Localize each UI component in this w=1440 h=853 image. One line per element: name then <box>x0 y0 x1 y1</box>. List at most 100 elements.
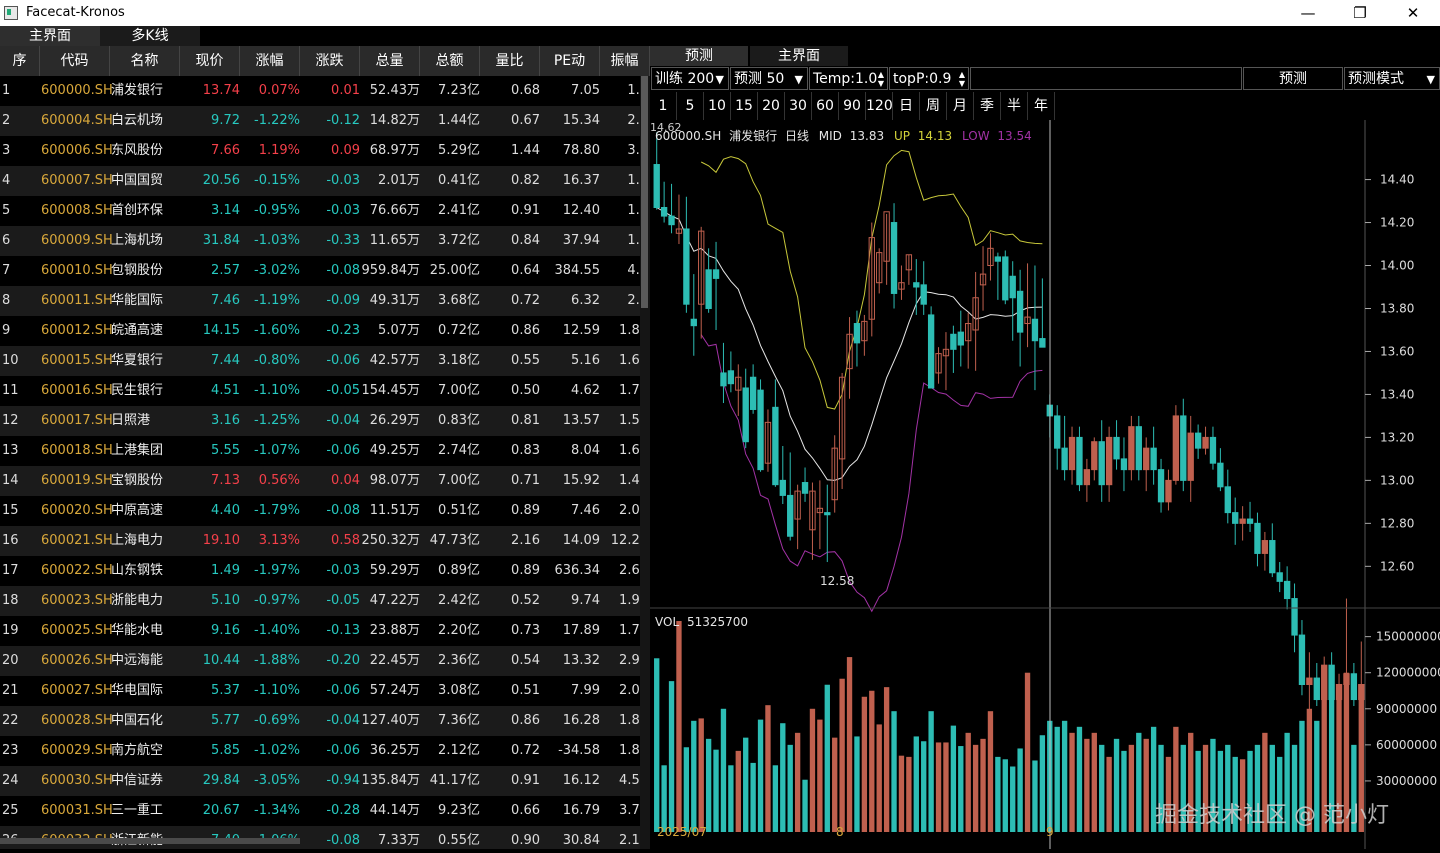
table-row[interactable]: 24 600030.SH 中信证券 29.84 -3.05% -0.94 135.84万 41… <box>0 766 650 796</box>
cell-name: 包钢股份 <box>111 263 164 278</box>
volume-bar <box>1024 672 1031 832</box>
tab-main[interactable]: 主界面 <box>0 26 100 46</box>
table-horizontal-scrollbar[interactable] <box>0 838 300 844</box>
cell-price: 29.84 <box>202 773 240 788</box>
minimize-button[interactable]: — <box>1285 0 1331 26</box>
table-row[interactable]: 10 600015.SH 华夏银行 7.44 -0.80% -0.06 42.57万 3.18… <box>0 346 650 376</box>
cell-index: 17 <box>2 563 19 578</box>
table-row[interactable]: 19 600025.SH 华能水电 9.16 -1.40% -0.13 23.88万 2.20… <box>0 616 650 646</box>
maximize-button[interactable]: ❐ <box>1337 0 1383 26</box>
period-min-15[interactable]: 15 <box>731 92 758 120</box>
tab-predict[interactable]: 预测 <box>650 46 748 66</box>
topp-stepper[interactable]: topP:0.9 ▲ ▼ <box>889 67 969 90</box>
period-cycle-10[interactable]: 周 <box>920 92 947 120</box>
cell-name: 皖通高速 <box>111 323 164 338</box>
candle-body <box>757 389 764 471</box>
table-vertical-scrollbar[interactable] <box>640 76 650 849</box>
predict-count-select[interactable]: 预测 50 ▼ <box>730 67 808 90</box>
predicted-candle-body <box>1261 540 1269 554</box>
table-row[interactable]: 3 600006.SH 东风股份 7.66 1.19% 0.09 68.97万 5.29亿 1.… <box>0 136 650 166</box>
column-header[interactable]: 量比 <box>480 46 540 76</box>
column-header[interactable]: 代码 <box>40 46 110 76</box>
period-cycle-9[interactable]: 日 <box>893 92 920 120</box>
period-min-10[interactable]: 10 <box>704 92 731 120</box>
period-cycle-12[interactable]: 季 <box>974 92 1001 120</box>
table-row[interactable]: 6 600009.SH 上海机场 31.84 -1.03% -0.33 11.65万 3.72… <box>0 226 650 256</box>
train-select[interactable]: 训练 200 ▼ <box>651 67 729 90</box>
period-min-30[interactable]: 30 <box>785 92 812 120</box>
predicted-volume-bar <box>1061 720 1068 832</box>
spin-arrows-icon[interactable]: ▲ ▼ <box>959 70 965 88</box>
volume-bar <box>691 720 697 832</box>
table-row[interactable]: 1 600000.SH 浦发银行 13.74 0.07% 0.01 52.43万 7.23亿 0… <box>0 76 650 106</box>
period-min-5[interactable]: 5 <box>677 92 704 120</box>
period-cycle-11[interactable]: 月 <box>947 92 974 120</box>
candle-body <box>1016 290 1024 333</box>
table-row[interactable]: 8 600011.SH 华能国际 7.46 -1.19% -0.09 49.31万 3.68亿… <box>0 286 650 316</box>
period-min-60[interactable]: 60 <box>812 92 839 120</box>
predicted-candle-body <box>1187 432 1194 481</box>
table-row[interactable]: 12 600017.SH 日照港 3.16 -1.25% -0.04 26.29万 0.83亿… <box>0 406 650 436</box>
table-row[interactable]: 23 600029.SH 南方航空 5.85 -1.02% -0.06 36.25万 2.12… <box>0 736 650 766</box>
table-row[interactable]: 18 600023.SH 浙能电力 5.10 -0.97% -0.05 47.22万 2.42… <box>0 586 650 616</box>
cell-code: 600030.SH <box>41 773 113 788</box>
table-row[interactable]: 2 600004.SH 白云机场 9.72 -1.22% -0.12 14.82万 1.44亿… <box>0 106 650 136</box>
column-header[interactable]: 振幅 <box>600 46 650 76</box>
column-header[interactable]: 涨幅 <box>240 46 300 76</box>
table-row[interactable]: 14 600019.SH 宝钢股份 7.13 0.56% 0.04 98.07万 7.00亿 0… <box>0 466 650 496</box>
scrollbar-thumb[interactable] <box>641 76 648 308</box>
table-row[interactable]: 4 600007.SH 中国国贸 20.56 -0.15% -0.03 2.01万 0.41亿… <box>0 166 650 196</box>
volume-bar <box>913 736 919 832</box>
table-row[interactable]: 13 600018.SH 上港集团 5.55 -1.07% -0.06 49.25万 2.74… <box>0 436 650 466</box>
period-min-20[interactable]: 20 <box>758 92 785 120</box>
column-header[interactable]: 现价 <box>180 46 240 76</box>
table-row[interactable]: 5 600008.SH 首创环保 3.14 -0.95% -0.03 76.66万 2.41亿… <box>0 196 650 226</box>
table-row[interactable]: 22 600028.SH 中国石化 5.77 -0.69% -0.04 127.40万 7.3… <box>0 706 650 736</box>
toolbar-blank-field[interactable] <box>970 67 1242 90</box>
cell-change: -0.06 <box>326 683 360 698</box>
predict-button[interactable]: 预测 <box>1243 67 1343 90</box>
temp-stepper[interactable]: Temp:1.0 ▲ ▼ <box>809 67 888 90</box>
period-cycle-14[interactable]: 年 <box>1028 92 1055 120</box>
table-row[interactable]: 17 600022.SH 山东钢铁 1.49 -1.97% -0.03 59.29万 0.89… <box>0 556 650 586</box>
column-header[interactable]: 序 <box>0 46 40 76</box>
table-row[interactable]: 9 600012.SH 皖通高速 14.15 -1.60% -0.23 5.07万 0.72亿… <box>0 316 650 346</box>
cell-price: 9.72 <box>211 113 240 128</box>
kline-chart[interactable]: 14.40 14.20 14.00 13.80 13.60 13.40 13.20 13.00… <box>650 120 1440 849</box>
cell-amount: 1.44亿 <box>438 113 480 128</box>
period-min-1[interactable]: 1 <box>650 92 677 120</box>
cell-name: 中原高速 <box>111 503 164 518</box>
cell-code: 600019.SH <box>41 473 113 488</box>
tab-multi-kline[interactable]: 多K线 <box>100 26 200 46</box>
column-header[interactable]: 名称 <box>110 46 180 76</box>
tab-main-right[interactable]: 主界面 <box>750 46 848 66</box>
column-header[interactable]: 涨跌 <box>300 46 360 76</box>
cell-volume: 135.84万 <box>361 773 421 788</box>
table-row[interactable]: 11 600016.SH 民生银行 4.51 -1.10% -0.05 154.45万 7.0… <box>0 376 650 406</box>
period-min-90[interactable]: 90 <box>839 92 866 120</box>
period-cycle-13[interactable]: 半 <box>1001 92 1028 120</box>
table-row[interactable]: 16 600021.SH 上海电力 19.10 3.13% 0.58 250.32万 47.7… <box>0 526 650 556</box>
table-row[interactable]: 7 600010.SH 包钢股份 2.57 -3.02% -0.08 959.84万 25.0… <box>0 256 650 286</box>
cell-code: 600023.SH <box>41 593 113 608</box>
table-row[interactable]: 25 600031.SH 三一重工 20.67 -1.34% -0.28 44.14万 9.2… <box>0 796 650 826</box>
spin-arrows-icon[interactable]: ▲ ▼ <box>878 70 884 88</box>
predicted-candle-body <box>1165 479 1172 503</box>
predict-mode-select[interactable]: 预测模式 ▼ <box>1344 67 1440 90</box>
candle-body <box>913 282 920 288</box>
column-header[interactable]: 总量 <box>360 46 420 76</box>
column-header[interactable]: PE动 <box>540 46 600 76</box>
table-row[interactable]: 21 600027.SH 华电国际 5.37 -1.10% -0.06 57.24万 3.08… <box>0 676 650 706</box>
cell-amount: 0.72亿 <box>438 323 480 338</box>
table-row[interactable]: 15 600020.SH 中原高速 4.40 -1.79% -0.08 11.51万 0.51… <box>0 496 650 526</box>
cell-volume-ratio: 0.67 <box>511 113 540 128</box>
column-header[interactable]: 总额 <box>420 46 480 76</box>
close-button[interactable]: ✕ <box>1390 0 1436 26</box>
cell-code: 600027.SH <box>41 683 113 698</box>
period-min-120[interactable]: 120 <box>866 92 893 120</box>
table-row[interactable]: 20 600026.SH 中远海能 10.44 -1.88% -0.20 22.45万 2.3… <box>0 646 650 676</box>
cell-index: 24 <box>2 773 19 788</box>
volume-bar <box>869 690 875 832</box>
cell-pe: 37.94 <box>562 233 600 248</box>
cell-code: 600004.SH <box>41 113 113 128</box>
